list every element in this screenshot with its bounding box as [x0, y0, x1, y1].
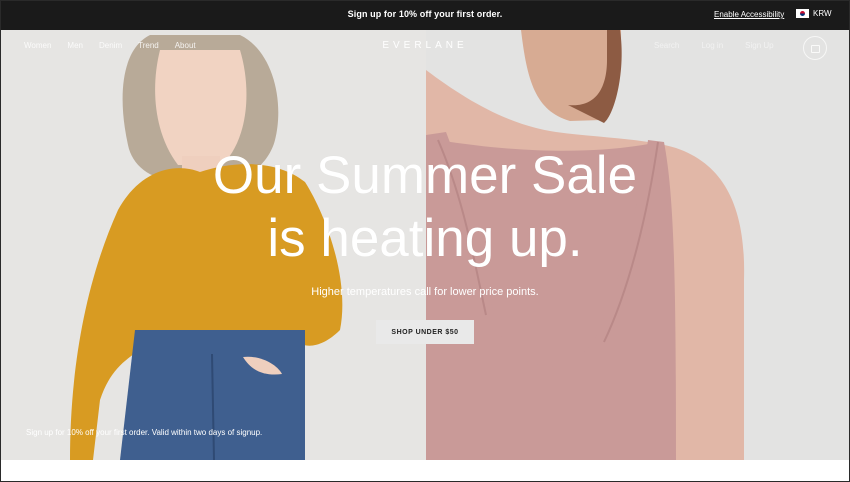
promo-bar: Sign up for 10% off your first order. En…: [0, 0, 850, 30]
hero-headline-line-2: is heating up.: [267, 209, 583, 268]
hero-subheadline: Higher temperatures call for lower price…: [311, 286, 539, 298]
korea-flag-icon: [796, 9, 809, 18]
nav-signup-link[interactable]: Sign Up: [745, 41, 773, 50]
hero-headline-line-1: Our Summer Sale: [212, 146, 638, 205]
currency-code: KRW: [813, 9, 832, 18]
signup-disclaimer: Sign up for 10% off your first order. Va…: [26, 428, 263, 437]
page-bottom-strip: [0, 460, 850, 482]
hero-headline: Our Summer Sale is heating up.: [0, 144, 850, 270]
nav-login-link[interactable]: Log in: [701, 41, 723, 50]
shop-under-50-button[interactable]: SHOP UNDER $50: [376, 320, 474, 344]
currency-selector[interactable]: KRW: [796, 9, 832, 18]
main-navigation: Women Men Denim Trend About EVERLANE Sea…: [0, 30, 850, 64]
nav-search-link[interactable]: Search: [654, 41, 679, 50]
cart-icon[interactable]: [803, 36, 827, 60]
nav-right-links: Search Log in Sign Up: [654, 41, 774, 50]
enable-accessibility-link[interactable]: Enable Accessibility: [714, 10, 784, 19]
